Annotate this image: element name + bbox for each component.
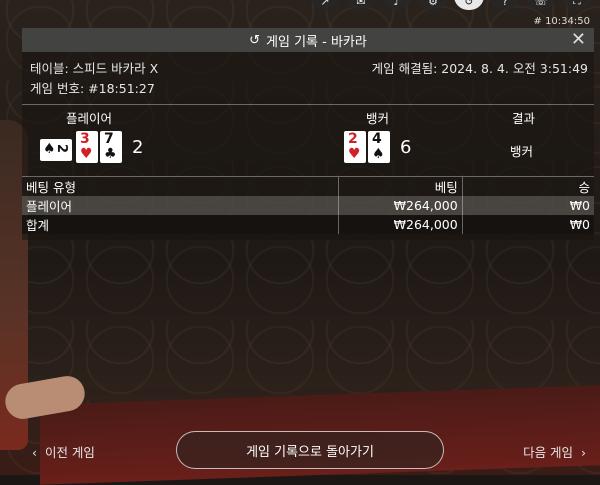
player-hand: ♠ 2 3 ♥ 7 ♣ 2 xyxy=(40,131,143,163)
share-icon[interactable]: ↗ xyxy=(310,0,340,10)
win-cell: ₩0 xyxy=(569,198,590,213)
bet-amount-header: 베팅 xyxy=(338,176,463,196)
previous-game-label: 이전 게임 xyxy=(44,445,95,460)
close-button[interactable]: ✕ xyxy=(571,29,586,50)
winner-result: 뱅커 xyxy=(510,144,534,159)
banker-score: 6 xyxy=(400,136,412,158)
game-history-panel: ↺ 게임 기록 - 바카라 ✕ 테이블: 스피드 바카라 X 게임 해결됨: 2… xyxy=(22,28,594,240)
next-game-button[interactable]: 다음 게임 › xyxy=(523,442,586,461)
player-score: 2 xyxy=(132,136,144,158)
table-row: 합계 ₩264,000 ₩0 xyxy=(22,215,594,234)
banker-card-2: 4 ♠ xyxy=(368,131,390,163)
settings-icon[interactable]: ⚙ xyxy=(418,0,448,10)
sound-icon[interactable]: ♪ xyxy=(382,0,412,10)
result-header: 플레이어 뱅커 결과 xyxy=(22,105,594,126)
title-bar: ↺ 게임 기록 - 바카라 ✕ xyxy=(22,28,594,52)
bets-table: 베팅 유형 베팅 승 플레이어 ₩264,000 ₩0 합계 ₩264,000 … xyxy=(22,176,594,234)
player-card-3: 7 ♣ xyxy=(100,131,122,163)
banker-hand: 2 ♥ 4 ♠ 6 xyxy=(344,131,411,163)
bet-type-cell: 플레이어 xyxy=(22,196,340,215)
banker-card-1: 2 ♥ xyxy=(344,131,366,163)
result-row: ♠ 2 3 ♥ 7 ♣ 2 2 ♥ 4 ♠ 6 뱅커 xyxy=(22,125,594,171)
previous-game-button[interactable]: ‹ 이전 게임 xyxy=(32,442,95,461)
clock: # 10:34:50 xyxy=(533,16,590,27)
player-card-2: 3 ♥ xyxy=(76,131,98,163)
phone-icon[interactable]: ☏ xyxy=(526,0,556,10)
table-name: 테이블: 스피드 바카라 X xyxy=(30,61,159,76)
win-cell: ₩0 xyxy=(569,217,590,232)
bet-type-header: 베팅 유형 xyxy=(22,176,340,196)
player-card-1: ♠ 2 xyxy=(40,139,72,161)
bet-amount-cell: ₩264,000 xyxy=(338,215,463,234)
history-icon[interactable]: ↺ xyxy=(454,0,484,10)
resolved-time: 게임 해결됨: 2024. 8. 4. 오전 3:51:49 xyxy=(371,61,588,76)
history-icon: ↺ xyxy=(249,32,261,48)
back-to-history-button[interactable]: 게임 기록으로 돌아가기 xyxy=(176,431,444,469)
win-header: 승 xyxy=(578,180,590,195)
table-row: 플레이어 ₩264,000 ₩0 xyxy=(22,196,594,215)
game-number: 게임 번호: #18:51:27 xyxy=(30,81,155,96)
fullscreen-icon[interactable]: ⛶ xyxy=(562,0,592,10)
game-info: 테이블: 스피드 바카라 X 게임 해결됨: 2024. 8. 4. 오전 3:… xyxy=(22,52,594,104)
chevron-left-icon: ‹ xyxy=(32,445,45,460)
footer-nav: ‹ 이전 게임 게임 기록으로 돌아가기 다음 게임 › xyxy=(0,430,600,475)
bet-amount-cell: ₩264,000 xyxy=(338,196,463,215)
panel-title: 게임 기록 - 바카라 xyxy=(266,34,367,50)
chevron-right-icon: › xyxy=(573,445,586,460)
help-icon[interactable]: ? xyxy=(490,0,520,10)
top-toolbar: ↗ ✉ ♪ ⚙ ↺ ? ☏ ⛶ xyxy=(310,0,592,10)
bets-header-row: 베팅 유형 베팅 승 xyxy=(22,176,594,196)
bet-type-cell: 합계 xyxy=(22,215,340,234)
chat-icon[interactable]: ✉ xyxy=(346,0,376,10)
next-game-label: 다음 게임 xyxy=(523,445,574,460)
